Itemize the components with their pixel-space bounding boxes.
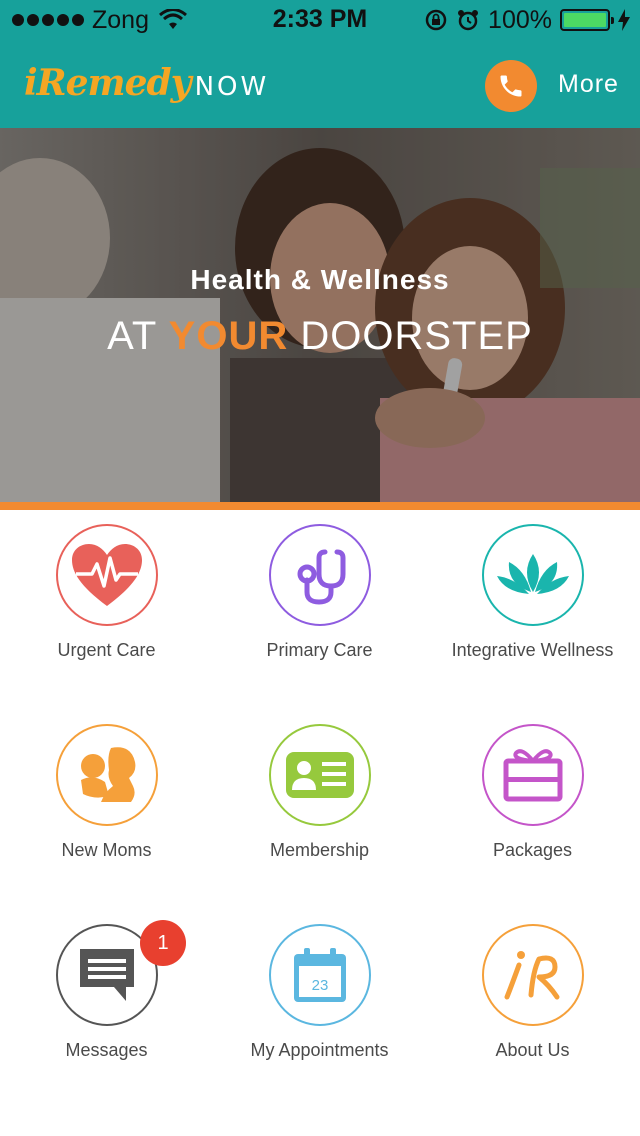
messages-unread-badge: 1: [140, 920, 186, 966]
tile-label: Packages: [492, 840, 573, 860]
tile-label: Messages: [65, 1040, 148, 1060]
tile-integrative-wellness[interactable]: Integrative Wellness: [426, 510, 639, 710]
urgent-care-circle: [56, 524, 158, 626]
tile-primary-care[interactable]: Primary Care: [213, 510, 426, 710]
about-us-circle: [482, 924, 584, 1026]
hero-title-accent: YOUR: [168, 314, 289, 358]
status-bar: Zong 2:33 PM 100%: [0, 0, 640, 40]
tile-packages[interactable]: Packages: [426, 710, 639, 910]
chat-bubble-icon: [80, 949, 134, 1001]
tile-urgent-care[interactable]: Urgent Care: [0, 510, 213, 710]
stethoscope-icon: [297, 549, 346, 605]
charging-bolt-icon: [618, 9, 630, 31]
my-appointments-circle: 23: [269, 924, 371, 1026]
hero-title-pre: AT: [107, 314, 157, 358]
heart-pulse-icon: [72, 544, 142, 606]
logo-script-text: iRemedy: [24, 62, 192, 104]
phone-icon: [500, 75, 522, 97]
call-button[interactable]: [485, 60, 537, 112]
tile-my-appointments[interactable]: 23 My Appointments: [213, 910, 426, 1110]
hero-divider: [0, 502, 640, 510]
tile-messages[interactable]: 1 Messages: [0, 910, 213, 1110]
hero-title-post: DOORSTEP: [300, 314, 533, 358]
calendar-icon: 23: [294, 948, 346, 1002]
tile-label: About Us: [495, 1040, 570, 1060]
gift-box-icon: [503, 749, 563, 802]
tile-label: New Moms: [61, 840, 152, 860]
hero-title: AT YOUR DOORSTEP: [0, 314, 640, 359]
tile-new-moms[interactable]: New Moms: [0, 710, 213, 910]
hero-subtitle: Health & Wellness: [190, 264, 450, 295]
hero-banner: Health & Wellness AT YOUR DOORSTEP: [0, 128, 640, 502]
services-grid: Urgent Care Primary Care Integrative Wel…: [0, 510, 640, 1136]
battery-percentage: 100%: [488, 5, 552, 34]
tile-about-us[interactable]: About Us: [426, 910, 639, 1110]
mother-baby-icon: [81, 747, 136, 802]
tile-label: Urgent Care: [57, 640, 156, 660]
alarm-icon: [458, 10, 479, 31]
integrative-wellness-circle: [482, 524, 584, 626]
calendar-day: 23: [312, 977, 329, 994]
tile-label: Integrative Wellness: [451, 640, 614, 660]
tile-label: Membership: [269, 840, 370, 860]
app-logo[interactable]: iRemedy NOW: [24, 62, 269, 104]
id-card-icon: [286, 752, 354, 798]
rotation-lock-icon: [425, 9, 447, 31]
tile-membership[interactable]: Membership: [213, 710, 426, 910]
new-moms-circle: [56, 724, 158, 826]
battery-icon: [560, 9, 614, 31]
primary-care-circle: [269, 524, 371, 626]
status-right: 100%: [424, 6, 630, 34]
membership-circle: [269, 724, 371, 826]
tile-label: Primary Care: [266, 640, 373, 660]
nav-header: iRemedy NOW More: [0, 40, 640, 128]
packages-circle: [482, 724, 584, 826]
logo-now-text: NOW: [194, 72, 270, 102]
tile-label: My Appointments: [250, 1040, 389, 1060]
ir-logo-icon: [504, 951, 560, 1000]
more-button[interactable]: More: [558, 70, 619, 99]
lotus-icon: [497, 554, 569, 594]
